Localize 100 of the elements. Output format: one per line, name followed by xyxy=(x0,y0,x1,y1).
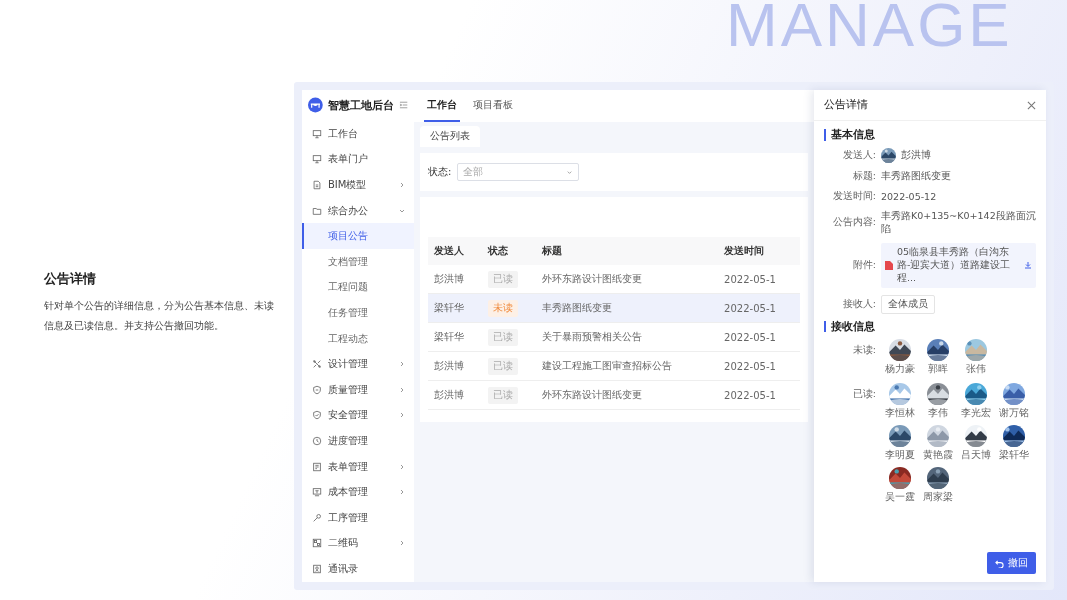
field-label: 接收人: xyxy=(841,297,876,311)
status-badge: 已读 xyxy=(487,357,518,375)
section-heading: 基本信息 xyxy=(824,129,1036,141)
shield-icon xyxy=(312,384,322,395)
table-cell: 2022-05-1 xyxy=(718,380,800,410)
sidebar-item[interactable]: 表单门户 xyxy=(302,146,414,173)
section-title: 公告详情 xyxy=(44,270,97,288)
contacts-icon xyxy=(312,564,322,575)
sidebar-item[interactable]: 二维码 xyxy=(302,530,414,557)
table-row[interactable]: 彭洪博 已读 外环东路设计图纸变更 2022-05-1 xyxy=(428,380,800,410)
person-name: 吕天博 xyxy=(961,449,991,463)
column-header: 标题 xyxy=(535,237,719,265)
sidebar-item[interactable]: 工程问题 xyxy=(302,274,414,301)
table-cell: 外环东路设计图纸变更 xyxy=(535,265,719,294)
status-badge: 已读 xyxy=(487,328,518,346)
field-label: 发送时间: xyxy=(831,189,876,203)
qr-code-icon xyxy=(312,538,322,549)
menu-icon[interactable] xyxy=(398,100,408,111)
sidebar-item[interactable]: 质量管理 xyxy=(302,377,414,403)
status-badge: 未读 xyxy=(487,299,518,317)
shield-check-icon xyxy=(312,410,322,421)
attachment[interactable]: 05临泉县丰秀路（白沟东路-迎宾大道）道路建设工程... xyxy=(881,242,1036,288)
recipient-tag: 全体成员 xyxy=(881,294,935,314)
backdrop-title: MANAGE xyxy=(726,0,1013,56)
table-cell: 彭洪博 xyxy=(428,351,482,381)
table-cell: 2022-05-1 xyxy=(718,293,800,323)
design-icon xyxy=(312,359,322,370)
field-label: 未读: xyxy=(851,343,876,358)
field-label: 附件: xyxy=(851,258,876,272)
table-row[interactable]: 彭洪博 已读 外环东路设计图纸变更 2022-05-1 xyxy=(428,265,800,294)
sidebar-item[interactable]: 任务管理 xyxy=(302,300,414,326)
sidebar-item[interactable]: 成本管理 xyxy=(302,479,414,506)
document-icon xyxy=(312,179,322,190)
close-icon[interactable] xyxy=(1027,100,1036,110)
person-name: 吴一霆 xyxy=(885,491,915,505)
column-header: 发送时间 xyxy=(718,237,800,265)
sidebar-item[interactable]: 工程动态 xyxy=(302,325,414,352)
monitor-icon xyxy=(312,154,322,165)
sidebar-item[interactable]: 通讯录 xyxy=(302,556,414,582)
person-name: 黄艳霞 xyxy=(923,449,953,463)
sidebar-item[interactable]: 安全管理 xyxy=(302,402,414,429)
column-header: 状态 xyxy=(481,237,536,265)
sidebar-item[interactable]: 综合办公 xyxy=(302,197,414,224)
table-cell: 彭洪博 xyxy=(428,265,482,294)
pdf-file-icon xyxy=(885,260,893,270)
section-heading: 接收信息 xyxy=(824,320,1036,333)
cost-icon xyxy=(312,487,322,498)
sidebar-item[interactable]: 设计管理 xyxy=(302,351,414,378)
table-row[interactable]: 梁轩华 未读 丰秀路图纸变更 2022-05-1 xyxy=(428,293,800,323)
table-cell: 建设工程施工图审查招标公告 xyxy=(535,351,719,381)
field-value: 丰秀路K0+135~K0+142段路面沉陷 xyxy=(881,209,1036,236)
wrench-icon xyxy=(312,512,322,523)
person-name: 谢万铭 xyxy=(999,407,1029,421)
filter-label: 状态: xyxy=(428,165,452,179)
page-tab[interactable]: 公告列表 xyxy=(420,126,480,147)
undo-icon xyxy=(995,558,1004,568)
status-badge: 已读 xyxy=(487,386,518,404)
person-name: 李恒林 xyxy=(885,407,915,421)
withdraw-button[interactable]: 撤回 xyxy=(987,552,1036,574)
person-name: 郭晖 xyxy=(928,363,948,377)
clock-icon xyxy=(312,436,322,447)
person-name: 李明夏 xyxy=(885,449,915,463)
table-cell: 2022-05-1 xyxy=(718,351,800,381)
field-value: 彭洪博 xyxy=(901,148,931,162)
table-cell: 丰秀路图纸变更 xyxy=(535,293,719,323)
person-name: 张伟 xyxy=(966,363,986,377)
table-cell: 2022-05-1 xyxy=(718,322,800,352)
nav-tab[interactable]: 项目看板 xyxy=(470,90,516,122)
field-value: 2022-05-12 xyxy=(881,190,937,202)
person-name: 李伟 xyxy=(928,407,948,421)
field-label: 标题: xyxy=(851,169,876,183)
app-title: 智慧工地后台 xyxy=(327,97,394,113)
sidebar-item[interactable]: 工序管理 xyxy=(302,505,414,531)
person-name: 杨力豪 xyxy=(885,363,915,377)
field-label: 发送人: xyxy=(841,148,876,162)
nav-tab[interactable]: 工作台 xyxy=(424,90,460,122)
table-cell: 外环东路设计图纸变更 xyxy=(535,380,719,410)
sidebar-item[interactable]: 工作台 xyxy=(302,120,414,147)
sidebar-item[interactable]: 项目公告 xyxy=(302,223,414,249)
drawer-title: 公告详情 xyxy=(824,98,868,112)
person-name: 李光宏 xyxy=(961,407,991,421)
chevron-icon xyxy=(566,168,574,176)
sidebar-item[interactable]: BIM模型 xyxy=(302,172,414,198)
folder-icon xyxy=(312,205,322,216)
description: 针对单个公告的详细信息，分为公告基本信息、未读信息及已读信息。并支持公告撤回功能。 xyxy=(44,299,275,333)
field-label: 公告内容: xyxy=(831,216,876,230)
column-header: 发送人 xyxy=(428,237,482,265)
sidebar-item[interactable]: 文档管理 xyxy=(302,249,414,275)
monitor-icon xyxy=(312,128,322,139)
table-cell: 梁轩华 xyxy=(428,322,482,352)
sidebar-item[interactable]: 表单管理 xyxy=(302,453,414,480)
download-icon[interactable] xyxy=(1024,261,1032,270)
field-value: 丰秀路图纸变更 xyxy=(881,169,951,183)
table-row[interactable]: 梁轩华 已读 关于暴雨预警相关公告 2022-05-1 xyxy=(428,322,800,352)
table-cell: 梁轩华 xyxy=(428,293,482,323)
table-cell: 彭洪博 xyxy=(428,380,482,410)
table-row[interactable]: 彭洪博 已读 建设工程施工图审查招标公告 2022-05-1 xyxy=(428,351,800,381)
sidebar-item[interactable]: 进度管理 xyxy=(302,428,414,454)
logo-icon xyxy=(308,97,323,114)
person-name: 周家梁 xyxy=(923,491,953,505)
